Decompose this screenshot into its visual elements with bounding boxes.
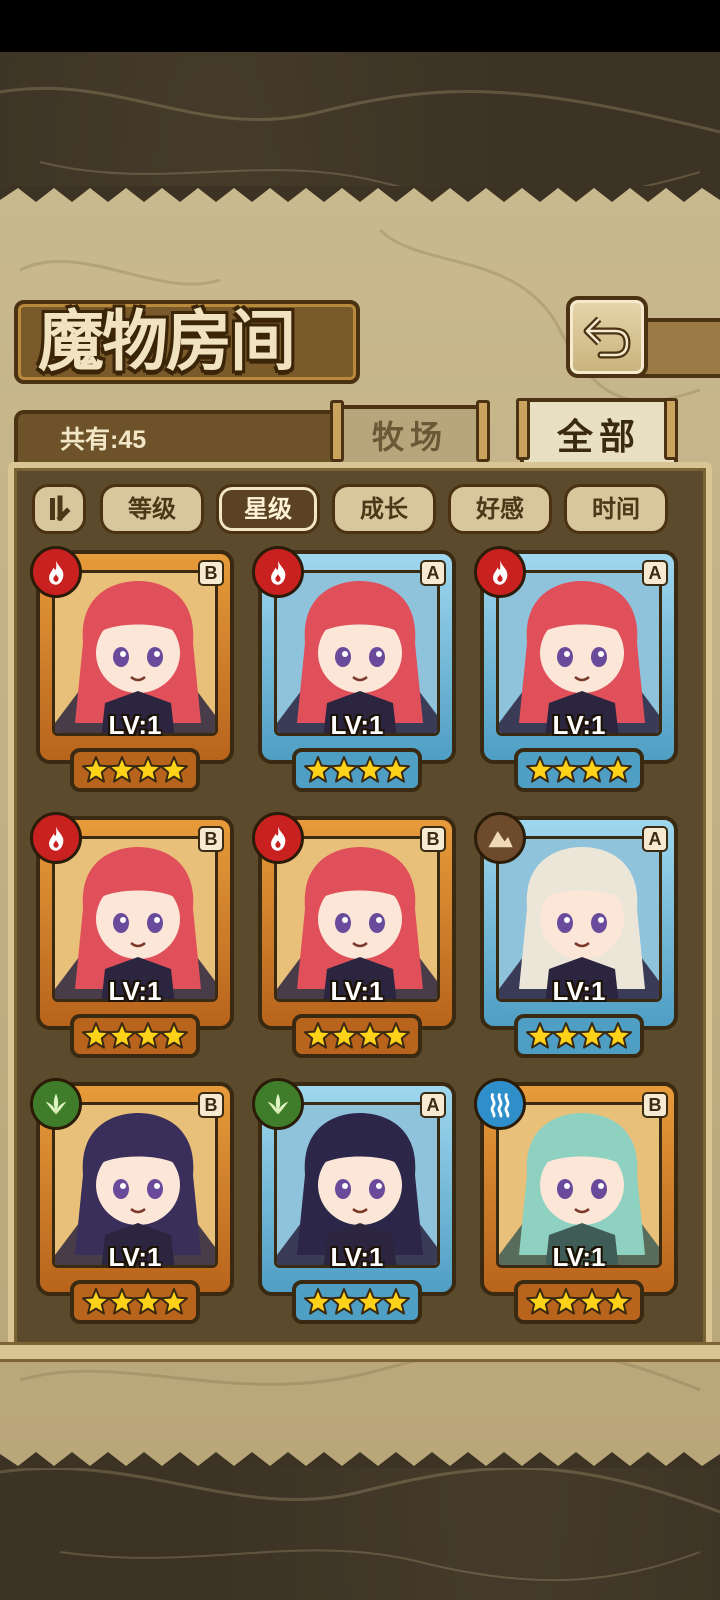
star-icon bbox=[604, 1022, 632, 1049]
star-icon bbox=[160, 1022, 188, 1049]
star-rating bbox=[514, 1014, 644, 1058]
monster-level: LV:1 bbox=[330, 710, 384, 740]
star-rating bbox=[514, 748, 644, 792]
star-rating bbox=[514, 1280, 644, 1324]
tab-post bbox=[516, 398, 530, 460]
fire-element-icon bbox=[30, 546, 82, 598]
star-icon bbox=[382, 756, 410, 783]
earth-element-icon bbox=[474, 812, 526, 864]
grade-badge: A bbox=[642, 826, 668, 852]
monster-card[interactable]: B LV:1 bbox=[30, 1078, 234, 1324]
star-rating bbox=[70, 1014, 200, 1058]
tab-ranch[interactable]: 牧场 bbox=[332, 405, 488, 463]
tab-post bbox=[330, 400, 344, 462]
star-rating bbox=[70, 1280, 200, 1324]
grade-badge: B bbox=[198, 826, 224, 852]
sort-star-button[interactable]: 星级 bbox=[216, 484, 320, 534]
tab-post bbox=[476, 400, 490, 462]
monster-level: LV:1 bbox=[552, 976, 606, 1006]
fire-element-icon bbox=[252, 546, 304, 598]
star-icon bbox=[604, 756, 632, 783]
back-button[interactable] bbox=[566, 296, 648, 378]
grade-badge: B bbox=[198, 560, 224, 586]
monster-card[interactable]: B LV:1 bbox=[252, 812, 456, 1058]
star-rating bbox=[70, 748, 200, 792]
monster-count: 共有:45 bbox=[60, 426, 147, 454]
wood-element-icon bbox=[252, 1078, 304, 1130]
star-rating bbox=[292, 1280, 422, 1324]
star-rating bbox=[292, 748, 422, 792]
sort-order-toggle[interactable] bbox=[32, 484, 86, 534]
star-icon bbox=[382, 1022, 410, 1049]
monster-card[interactable]: A LV:1 bbox=[252, 546, 456, 792]
water-element-icon bbox=[474, 1078, 526, 1130]
star-rating bbox=[292, 1014, 422, 1058]
grade-badge: A bbox=[420, 560, 446, 586]
star-icon bbox=[382, 1288, 410, 1315]
page-title: 魔物房间 bbox=[38, 302, 296, 380]
star-icon bbox=[604, 1288, 632, 1315]
tab-post bbox=[664, 398, 678, 460]
monster-card[interactable]: B LV:1 bbox=[30, 812, 234, 1058]
grade-badge: B bbox=[420, 826, 446, 852]
monster-card[interactable]: A LV:1 bbox=[474, 812, 678, 1058]
monster-level: LV:1 bbox=[330, 976, 384, 1006]
tab-all[interactable]: 全部 bbox=[520, 398, 678, 468]
monster-card[interactable]: B LV:1 bbox=[30, 546, 234, 792]
back-arrow-icon bbox=[583, 316, 631, 359]
panel-zigzag-bottom bbox=[0, 1440, 720, 1468]
grade-badge: B bbox=[198, 1092, 224, 1118]
grade-badge: A bbox=[420, 1092, 446, 1118]
star-icon bbox=[160, 1288, 188, 1315]
monster-level: LV:1 bbox=[108, 1242, 162, 1272]
star-icon bbox=[160, 756, 188, 783]
monster-level: LV:1 bbox=[552, 1242, 606, 1272]
sort-growth-button[interactable]: 成长 bbox=[332, 484, 436, 534]
sort-affinity-button[interactable]: 好感 bbox=[448, 484, 552, 534]
status-bar bbox=[0, 0, 720, 52]
sort-time-button[interactable]: 时间 bbox=[564, 484, 668, 534]
fire-element-icon bbox=[30, 812, 82, 864]
frame-bottom-bar bbox=[0, 1342, 720, 1362]
sort-order-icon bbox=[50, 495, 71, 522]
monster-card[interactable]: A LV:1 bbox=[252, 1078, 456, 1324]
wood-element-icon bbox=[30, 1078, 82, 1130]
monster-card[interactable]: A LV:1 bbox=[474, 546, 678, 792]
monster-level: LV:1 bbox=[108, 710, 162, 740]
fire-element-icon bbox=[474, 546, 526, 598]
monster-level: LV:1 bbox=[108, 976, 162, 1006]
monster-card[interactable]: B LV:1 bbox=[474, 1078, 678, 1324]
monster-level: LV:1 bbox=[552, 710, 606, 740]
monster-level: LV:1 bbox=[330, 1242, 384, 1272]
fire-element-icon bbox=[252, 812, 304, 864]
sort-level-button[interactable]: 等级 bbox=[100, 484, 204, 534]
grade-badge: A bbox=[642, 560, 668, 586]
grade-badge: B bbox=[642, 1092, 668, 1118]
